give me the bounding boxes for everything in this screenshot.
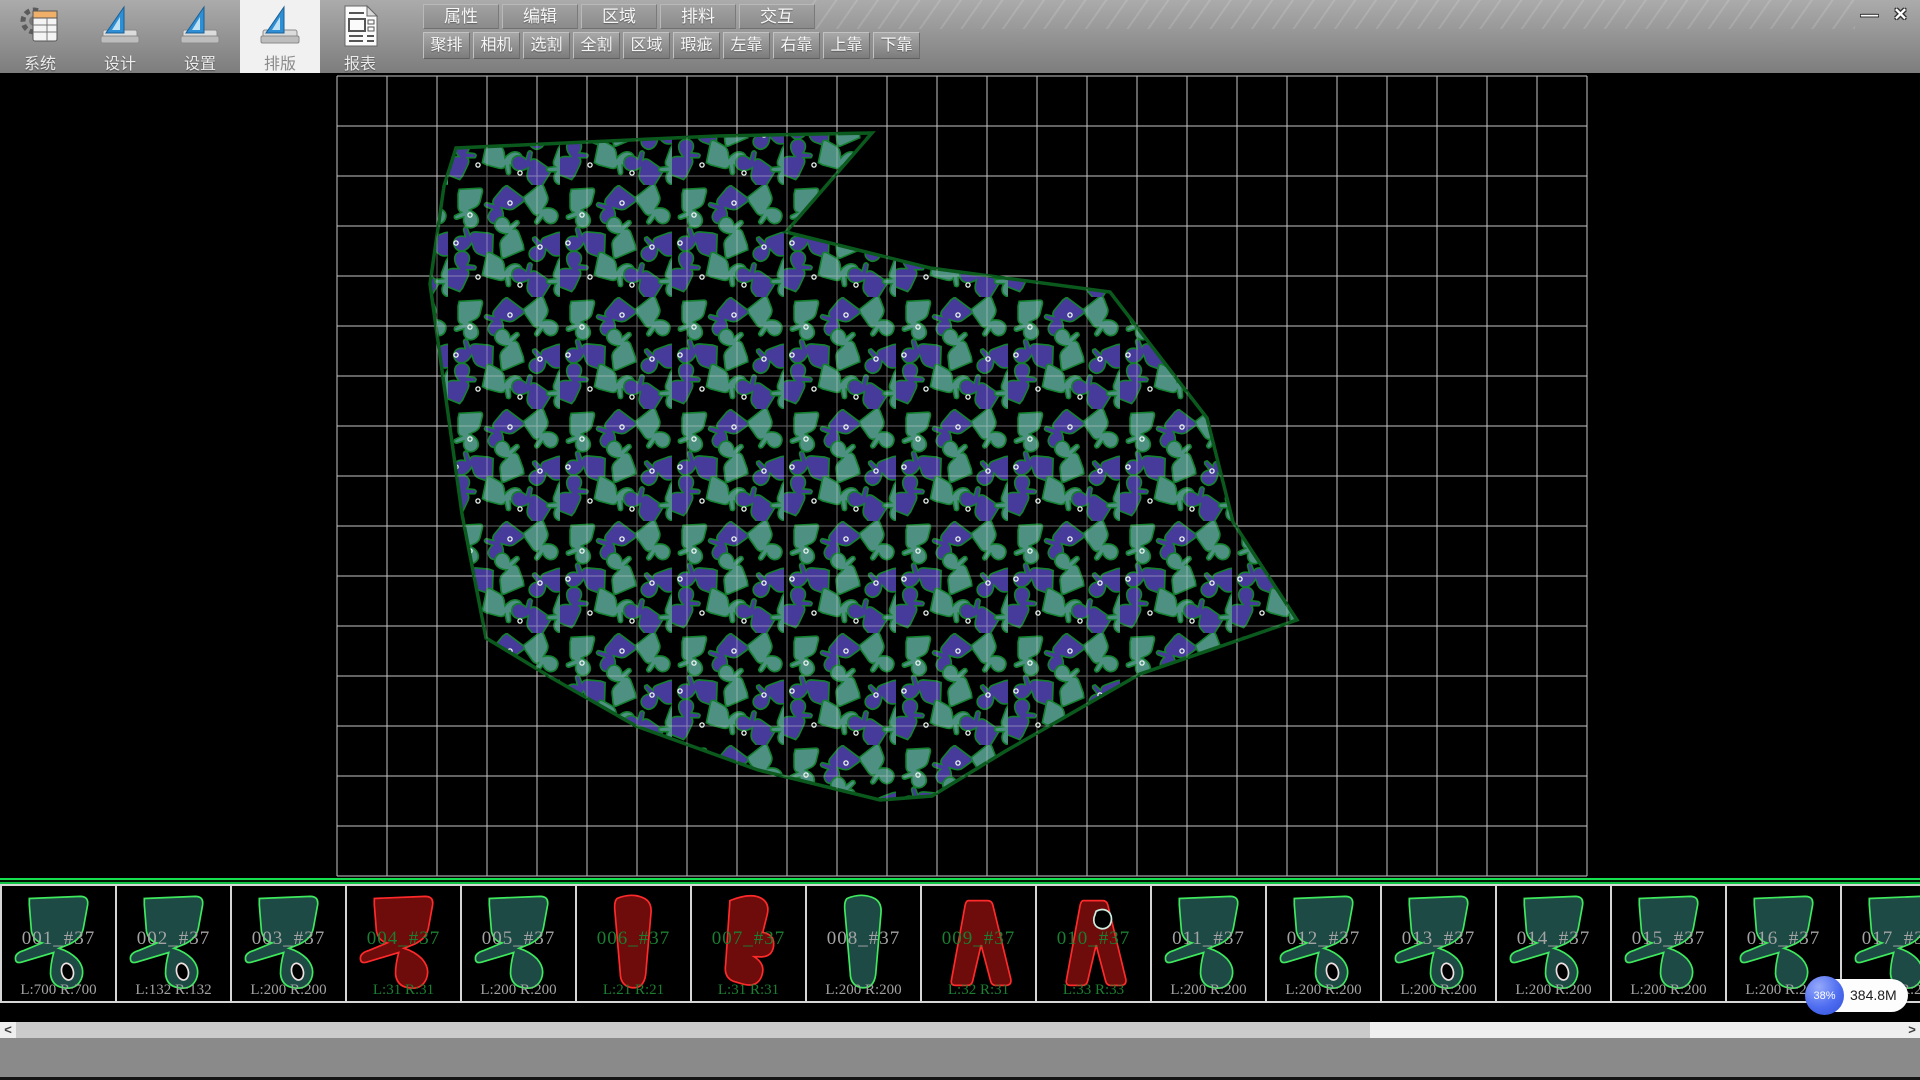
part-thumbnail-11[interactable]: 011_#37 L:200 R:200 bbox=[1150, 884, 1267, 1003]
tool-button-1[interactable]: 聚排 bbox=[423, 32, 470, 59]
tool-button-5[interactable]: 区域 bbox=[623, 32, 670, 59]
part-lr-count: L:21 R:21 bbox=[577, 982, 690, 999]
part-id-label: 007_#37 bbox=[692, 928, 805, 950]
nav-button-5[interactable]: 报表 bbox=[320, 0, 400, 73]
part-lr-count: L:700 R:700 bbox=[2, 982, 115, 999]
nav-label: 设计 bbox=[104, 50, 136, 74]
scroll-left-icon[interactable]: < bbox=[0, 1022, 16, 1038]
nav-label: 报表 bbox=[344, 50, 376, 74]
memory-value: 384.8M bbox=[1850, 979, 1897, 1012]
tool-button-8[interactable]: 右靠 bbox=[773, 32, 820, 59]
menu-button-2[interactable]: 编辑 bbox=[502, 4, 578, 29]
part-id-label: 001_#37 bbox=[2, 928, 115, 950]
tool-button-4[interactable]: 全割 bbox=[573, 32, 620, 59]
titlebar bbox=[800, 0, 1855, 29]
nav-button-2[interactable]: 设计 bbox=[80, 0, 160, 73]
part-thumbnail-1[interactable]: 001_#37 L:700 R:700 bbox=[0, 884, 117, 1003]
canvas-svg bbox=[0, 73, 1920, 878]
part-thumbnail-13[interactable]: 013_#37 L:200 R:200 bbox=[1380, 884, 1497, 1003]
close-button[interactable]: ✕ bbox=[1887, 2, 1914, 27]
leather-hide-nest[interactable] bbox=[430, 133, 1297, 800]
part-id-label: 014_#37 bbox=[1497, 928, 1610, 950]
part-lr-count: L:32 R:31 bbox=[922, 982, 1035, 999]
part-thumbnail-9[interactable]: 009_#37 L:32 R:31 bbox=[920, 884, 1037, 1003]
scroll-right-icon[interactable]: > bbox=[1904, 1022, 1920, 1038]
part-lr-count: L:31 R:31 bbox=[347, 982, 460, 999]
tool-button-10[interactable]: 下靠 bbox=[873, 32, 920, 59]
design-ruler-icon bbox=[97, 3, 143, 49]
part-id-label: 013_#37 bbox=[1382, 928, 1495, 950]
report-doc-icon bbox=[337, 3, 383, 49]
part-id-label: 005_#37 bbox=[462, 928, 575, 950]
nav-button-1[interactable]: 系统 bbox=[0, 0, 80, 73]
parts-thumbnail-strip: 001_#37L:700 R:700002_#37L:132 R:132003_… bbox=[0, 884, 1920, 1022]
part-thumbnail-12[interactable]: 012_#37 L:200 R:200 bbox=[1265, 884, 1382, 1003]
part-thumbnail-2[interactable]: 002_#37 L:132 R:132 bbox=[115, 884, 232, 1003]
part-thumbnail-14[interactable]: 014_#37 L:200 R:200 bbox=[1495, 884, 1612, 1003]
part-id-label: 003_#37 bbox=[232, 928, 345, 950]
part-id-label: 016_#37 bbox=[1727, 928, 1840, 950]
part-id-label: 008_#37 bbox=[807, 928, 920, 950]
part-thumbnail-5[interactable]: 005_#37 L:200 R:200 bbox=[460, 884, 577, 1003]
tool-button-3[interactable]: 选割 bbox=[523, 32, 570, 59]
nesting-ruler-icon bbox=[257, 3, 303, 49]
part-id-label: 015_#37 bbox=[1612, 928, 1725, 950]
toolbar: 系统设计设置排版报表 属性编辑区域排料交互 聚排相机选割全割区域瑕疵左靠右靠上靠… bbox=[0, 0, 1920, 73]
minimize-button[interactable]: — bbox=[1856, 2, 1883, 27]
tool-button-9[interactable]: 上靠 bbox=[823, 32, 870, 59]
part-lr-count: L:200 R:200 bbox=[1497, 982, 1610, 999]
part-id-label: 017_#37 bbox=[1842, 928, 1920, 950]
part-lr-count: L:200 R:200 bbox=[462, 982, 575, 999]
memory-progress-badge[interactable]: 38% 384.8M bbox=[1808, 979, 1908, 1012]
tool-button-2[interactable]: 相机 bbox=[473, 32, 520, 59]
nav-label: 系统 bbox=[24, 50, 56, 74]
part-id-label: 002_#37 bbox=[117, 928, 230, 950]
part-thumbnail-7[interactable]: 007_#37 L:31 R:31 bbox=[690, 884, 807, 1003]
part-thumbnail-15[interactable]: 015_#37 L:200 R:200 bbox=[1610, 884, 1727, 1003]
part-id-label: 011_#37 bbox=[1152, 928, 1265, 950]
part-lr-count: L:200 R:200 bbox=[1612, 982, 1725, 999]
menu-button-3[interactable]: 区域 bbox=[581, 4, 657, 29]
part-thumbnail-10[interactable]: 010_#37 L:33 R:33 bbox=[1035, 884, 1152, 1003]
tool-button-6[interactable]: 瑕疵 bbox=[673, 32, 720, 59]
nav-button-4[interactable]: 排版 bbox=[240, 0, 320, 73]
nav-label: 排版 bbox=[264, 50, 296, 74]
tool-button-7[interactable]: 左靠 bbox=[723, 32, 770, 59]
part-lr-count: L:200 R:200 bbox=[1382, 982, 1495, 999]
thumbnail-scrollbar[interactable]: < > bbox=[0, 1022, 1920, 1038]
part-thumbnail-6[interactable]: 006_#37 L:21 R:21 bbox=[575, 884, 692, 1003]
part-thumbnail-8[interactable]: 008_#37 L:200 R:200 bbox=[805, 884, 922, 1003]
nav-button-3[interactable]: 设置 bbox=[160, 0, 240, 73]
part-lr-count: L:31 R:31 bbox=[692, 982, 805, 999]
application-window: 系统设计设置排版报表 属性编辑区域排料交互 聚排相机选割全割区域瑕疵左靠右靠上靠… bbox=[0, 0, 1920, 1080]
part-lr-count: L:200 R:200 bbox=[232, 982, 345, 999]
nav-label: 设置 bbox=[184, 50, 216, 74]
part-id-label: 010_#37 bbox=[1037, 928, 1150, 950]
part-lr-count: L:33 R:33 bbox=[1037, 982, 1150, 999]
part-lr-count: L:132 R:132 bbox=[117, 982, 230, 999]
part-lr-count: L:200 R:200 bbox=[807, 982, 920, 999]
part-id-label: 006_#37 bbox=[577, 928, 690, 950]
progress-percent: 38% bbox=[1805, 976, 1844, 1015]
system-gear-icon bbox=[17, 3, 63, 49]
status-bar bbox=[0, 1038, 1920, 1080]
part-id-label: 004_#37 bbox=[347, 928, 460, 950]
menu-button-5[interactable]: 交互 bbox=[739, 4, 815, 29]
part-id-label: 009_#37 bbox=[922, 928, 1035, 950]
part-lr-count: L:200 R:200 bbox=[1152, 982, 1265, 999]
part-thumbnail-4[interactable]: 004_#37 L:31 R:31 bbox=[345, 884, 462, 1003]
scrollbar-thumb[interactable] bbox=[16, 1022, 1370, 1038]
menu-button-1[interactable]: 属性 bbox=[423, 4, 499, 29]
nesting-canvas[interactable] bbox=[0, 73, 1920, 878]
part-lr-count: L:200 R:200 bbox=[1267, 982, 1380, 999]
menu-button-4[interactable]: 排料 bbox=[660, 4, 736, 29]
part-id-label: 012_#37 bbox=[1267, 928, 1380, 950]
settings-ruler-icon bbox=[177, 3, 223, 49]
part-thumbnail-3[interactable]: 003_#37 L:200 R:200 bbox=[230, 884, 347, 1003]
